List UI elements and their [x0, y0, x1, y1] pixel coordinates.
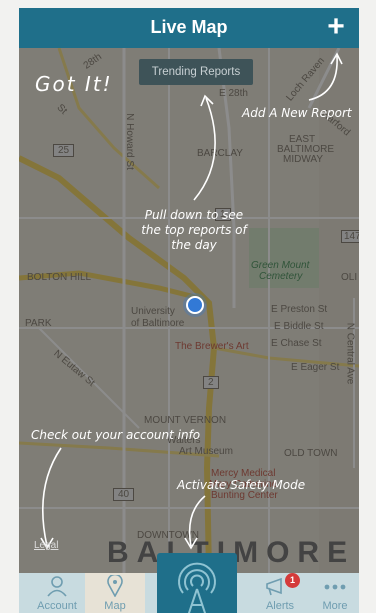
- map-label-e-preston: E Preston St: [271, 304, 328, 315]
- broadcast-icon: [178, 562, 216, 613]
- plus-icon: +: [327, 10, 345, 43]
- map-label-green-mount: Green Mount: [251, 260, 310, 271]
- tab-account-label: Account: [37, 600, 77, 612]
- tab-map[interactable]: Map: [85, 573, 145, 613]
- coachmark-pull-down: Pull down to see the top reports of the …: [141, 208, 247, 252]
- tab-more-label: More: [322, 600, 348, 612]
- got-it-button[interactable]: Got It!: [35, 72, 113, 96]
- map-label-e-28th: E 28th: [219, 88, 248, 99]
- map-label-e-eager: E Eager St: [291, 362, 340, 373]
- map-label-bolton-hill: BOLTON HILL: [27, 272, 92, 283]
- map-label-old-town: OLD TOWN: [284, 448, 338, 459]
- map-label-university: University: [131, 306, 175, 317]
- tab-alerts[interactable]: 1 Alerts: [249, 573, 311, 613]
- page-title: Live Map: [150, 17, 228, 37]
- map-label-e-chase: E Chase St: [271, 338, 322, 349]
- map-label-cemetery: Cemetery: [259, 271, 303, 282]
- map-label-n-howard: N Howard St: [123, 113, 135, 170]
- alerts-badge: 1: [285, 573, 300, 588]
- person-icon: [47, 576, 67, 597]
- map-label-barclay: BARCLAY: [197, 148, 243, 159]
- safety-mode-button[interactable]: [157, 553, 237, 613]
- map-label-of-baltimore: of Baltimore: [131, 318, 185, 329]
- megaphone-icon: [266, 577, 282, 596]
- route-2-shield: 2: [203, 376, 219, 389]
- current-location-icon: [186, 296, 204, 314]
- tab-alerts-label: Alerts: [265, 600, 295, 612]
- tab-map-label: Map: [104, 600, 126, 612]
- tab-more[interactable]: More: [309, 573, 359, 613]
- coachmark-add-report: Add A New Report: [242, 106, 352, 120]
- legal-link[interactable]: Legal: [34, 540, 58, 551]
- coachmark-account-info: Check out your account info: [31, 428, 201, 442]
- map-label-n-central: N Central Ave: [344, 322, 356, 385]
- map-label-art-museum: Art Museum: [179, 446, 233, 457]
- ellipsis-icon: [324, 584, 346, 590]
- map-label-brewers-art: The Brewer's Art: [175, 341, 249, 352]
- map-pin-icon: [107, 575, 123, 597]
- tab-account[interactable]: Account: [25, 573, 89, 613]
- route-147-shield: 147: [341, 230, 359, 243]
- route-25-shield: 25: [53, 144, 75, 157]
- map-label-midway: MIDWAY: [283, 154, 323, 165]
- map-label-park: PARK: [25, 318, 52, 329]
- top-bar: Live Map +: [19, 8, 359, 48]
- map-label-e-biddle: E Biddle St: [274, 321, 324, 332]
- coachmark-safety-mode: Activate Safety Mode: [177, 478, 306, 492]
- map-label-oli: OLI: [341, 272, 358, 283]
- route-40-shield: 40: [113, 488, 135, 501]
- trending-reports-button[interactable]: Trending Reports: [139, 59, 253, 85]
- phone-screen: BOLTON HILL PARK University of Baltimore…: [19, 8, 359, 613]
- map-label-mount-vernon: MOUNT VERNON: [144, 415, 227, 426]
- add-report-button[interactable]: +: [321, 10, 351, 44]
